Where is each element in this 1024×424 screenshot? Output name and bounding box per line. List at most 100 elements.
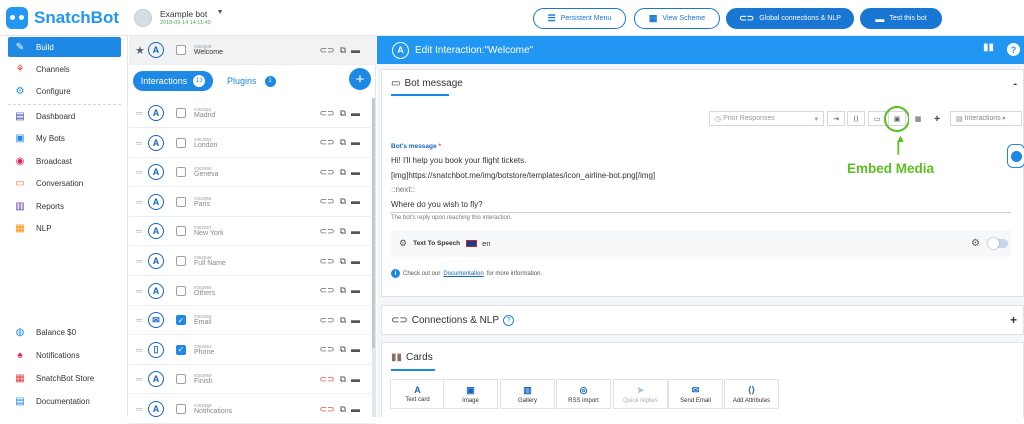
link-icon[interactable]: ⊂⊃ <box>319 374 334 385</box>
interaction-row[interactable]: ═ A #362952 Madrid ⊂⊃ ⧉ ▬ <box>129 99 376 128</box>
sidebar-item-conversation[interactable]: ▭ Conversation <box>8 173 121 193</box>
scrollbar-thumb[interactable] <box>372 98 375 348</box>
copy-icon[interactable]: ⧉ <box>340 226 346 237</box>
interaction-row[interactable]: ═ ▯ ✓ #362951 Phone ⊂⊃ ⧉ ▬ <box>129 336 376 365</box>
copy-icon[interactable]: ⧉ <box>340 404 346 415</box>
card-gallery-button[interactable]: ▥ Gallery <box>500 379 555 409</box>
drag-handle-icon[interactable]: ═ <box>136 404 146 414</box>
row-checkbox[interactable] <box>176 374 186 385</box>
view-scheme-button[interactable]: ▦ View Scheme <box>634 8 720 29</box>
message-icon[interactable]: ▬ <box>351 374 360 385</box>
star-icon[interactable]: ★ <box>135 44 145 57</box>
drag-handle-icon[interactable]: ═ <box>136 226 146 236</box>
interaction-row[interactable]: ═ A #362949 Full Name ⊂⊃ ⧉ ▬ <box>129 247 376 276</box>
row-checkbox[interactable] <box>176 404 186 414</box>
link-icon[interactable]: ⊂⊃ <box>319 315 334 326</box>
message-textarea[interactable]: Hi! I'll help you book your flight ticke… <box>391 154 841 212</box>
documentation-link[interactable]: Documentation <box>443 271 483 277</box>
bot-selector[interactable]: Example bot 2018-09-14 14:11:40 ▼ <box>134 8 224 30</box>
link-icon[interactable]: ⊂⊃ <box>319 226 334 237</box>
sidebar-item-notifications[interactable]: ♠ Notifications <box>8 345 121 365</box>
gear-icon[interactable]: ⚙ <box>971 238 980 249</box>
link-icon[interactable]: ⊂⊃ <box>319 344 334 355</box>
card-rss-button[interactable]: ◎ RSS import <box>556 379 611 409</box>
row-checkbox[interactable] <box>176 256 186 266</box>
drag-handle-icon[interactable]: ═ <box>136 256 146 266</box>
drag-handle-icon[interactable]: ═ <box>136 374 146 384</box>
plugin-button[interactable]: ✚ <box>928 111 946 126</box>
sidebar-item-configure[interactable]: ⚙ Configure <box>8 81 121 101</box>
interactions-select[interactable]: ▤ Interactions ▾ <box>950 111 1022 126</box>
tts-toggle[interactable] <box>988 238 1008 249</box>
message-icon[interactable]: ▬ <box>351 167 360 178</box>
logo[interactable]: SnatchBot <box>6 4 128 32</box>
connections-card[interactable]: ⊂⊃ Connections & NLP? + <box>381 305 1024 335</box>
drag-handle-icon[interactable]: ═ <box>136 108 146 118</box>
link-icon[interactable]: ⊂⊃ <box>319 167 334 178</box>
copy-icon[interactable]: ⧉ <box>340 256 346 267</box>
interaction-row[interactable]: ═ A #362959 Finish ⊂⊃ ⧉ ▬ <box>129 365 376 395</box>
scrollbar[interactable] <box>372 98 375 417</box>
global-connections-button[interactable]: ⊂⊃ Global connections & NLP <box>726 8 854 29</box>
link-icon[interactable]: ⊂⊃ <box>319 108 334 119</box>
book-icon[interactable]: ▮▮ <box>983 42 994 53</box>
help-icon[interactable]: ? <box>503 315 515 326</box>
message-icon[interactable]: ▬ <box>351 404 360 415</box>
sidebar-item-store[interactable]: ▦ SnatchBot Store <box>8 368 121 388</box>
message-icon[interactable]: ▬ <box>351 108 360 119</box>
row-checkbox[interactable] <box>176 108 186 118</box>
sidebar-item-broadcast[interactable]: ◉ Broadcast <box>8 151 121 171</box>
sidebar-item-channels[interactable]: ⚘ Channels <box>8 59 121 79</box>
tab-interactions[interactable]: Interactions 13 <box>133 71 213 91</box>
message-icon[interactable]: ▬ <box>351 344 360 355</box>
sidebar-item-build[interactable]: ✎ Build <box>8 37 121 57</box>
message-icon[interactable]: ▬ <box>351 137 360 148</box>
message-icon[interactable]: ▬ <box>351 226 360 237</box>
copy-icon[interactable]: ⧉ <box>340 285 346 296</box>
copy-icon[interactable]: ⧉ <box>340 167 346 178</box>
sidebar-item-documentation[interactable]: ▤ Documentation <box>8 391 121 411</box>
link-icon[interactable]: ⊂⊃ <box>319 196 334 207</box>
drag-handle-icon[interactable]: ═ <box>136 197 146 207</box>
bot-message-title[interactable]: ▭ Bot message <box>391 78 463 96</box>
interaction-row[interactable]: ═ ✉ ✓ #362950 Email ⊂⊃ ⧉ ▬ <box>129 306 376 336</box>
sidebar-item-reports[interactable]: ▥ Reports <box>8 196 121 216</box>
row-checkbox[interactable] <box>176 196 186 207</box>
interaction-row[interactable]: ═ A #362956 Paris ⊂⊃ ⧉ ▬ <box>129 188 376 217</box>
copy-icon[interactable]: ⧉ <box>340 315 346 326</box>
insert-button[interactable]: ⇥ <box>827 111 845 126</box>
chevron-down-icon[interactable]: ▼ <box>217 9 224 16</box>
card-text-card-button[interactable]: A Text card <box>390 379 445 409</box>
interaction-row[interactable]: ═ A #362958 Others ⊂⊃ ⧉ ▬ <box>129 277 376 306</box>
prior-responses-select[interactable]: ◷ Prior Responses ▾ <box>709 111 824 126</box>
expand-toggle[interactable]: + <box>1010 313 1017 327</box>
sidebar-item-balance[interactable]: ◍ Balance $0 <box>8 322 121 342</box>
card-attributes-button[interactable]: ⟨⟩ Add Attributes <box>724 379 779 409</box>
drag-handle-icon[interactable]: ═ <box>136 167 146 177</box>
interaction-row[interactable]: ═ A #362959 Notifications ⊂⊃ ⧉ ▬ <box>129 395 376 424</box>
drag-handle-icon[interactable]: ═ <box>136 345 146 355</box>
card-image-button[interactable]: ▣ Image <box>443 379 498 409</box>
link-icon[interactable]: ⊂⊃ <box>319 404 334 415</box>
link-icon[interactable]: ⊂⊃ <box>319 137 334 148</box>
copy-icon[interactable]: ⧉ <box>340 196 346 207</box>
sidebar-item-my-bots[interactable]: ▣ My Bots <box>8 128 121 148</box>
interaction-row[interactable]: ═ A #362957 New York ⊂⊃ ⧉ ▬ <box>129 217 376 247</box>
sidebar-item-nlp[interactable]: ▦ NLP <box>8 218 121 238</box>
message-icon[interactable]: ▬ <box>351 256 360 267</box>
collapse-toggle[interactable]: - <box>1013 78 1017 90</box>
message-icon[interactable]: ▬ <box>351 45 360 56</box>
code-button[interactable]: ⟨⟩ <box>847 111 865 126</box>
message-icon[interactable]: ▬ <box>351 285 360 296</box>
copy-icon[interactable]: ⧉ <box>340 108 346 119</box>
sidebar-item-dashboard[interactable]: ▤ Dashboard <box>8 106 121 126</box>
pinned-welcome-row[interactable]: ★ A #362948 Welcome ⊂⊃ ⧉ ▬ <box>129 36 376 65</box>
persistent-menu-button[interactable]: ☰ Persistent Menu <box>533 8 626 29</box>
interaction-row[interactable]: ═ A #362953 London ⊂⊃ ⧉ ▬ <box>129 129 376 158</box>
card-mail-button[interactable]: ✉ Send Email <box>668 379 723 409</box>
message-icon[interactable]: ▬ <box>351 315 360 326</box>
test-bot-button[interactable]: ▬ Test this bot <box>860 8 942 29</box>
row-checkbox[interactable] <box>176 167 186 178</box>
grid-button[interactable]: ▦ <box>909 111 927 126</box>
link-icon[interactable]: ⊂⊃ <box>319 285 334 296</box>
